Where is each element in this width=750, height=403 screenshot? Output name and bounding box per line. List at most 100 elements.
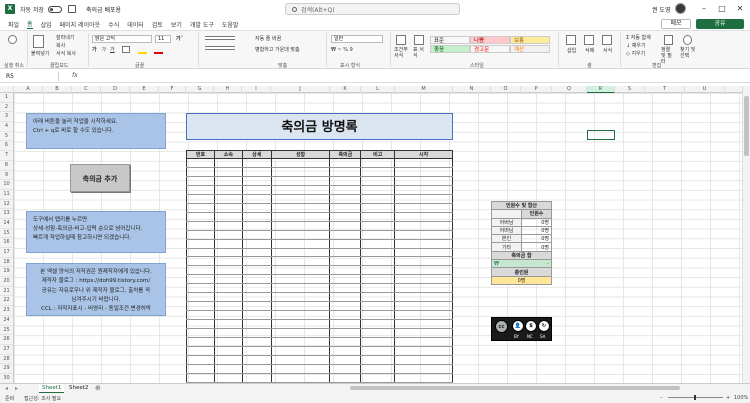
table-cell[interactable]: [360, 301, 396, 312]
summary-value[interactable]: 0명: [521, 242, 552, 252]
row-header[interactable]: 29: [0, 364, 13, 374]
table-cell[interactable]: [186, 319, 215, 330]
table-cell[interactable]: [270, 373, 331, 384]
table-cell[interactable]: [213, 337, 243, 348]
summary-value[interactable]: 0명: [521, 225, 552, 236]
table-format-icon[interactable]: [414, 35, 424, 45]
table-cell[interactable]: [186, 194, 215, 204]
table-cell[interactable]: [270, 283, 331, 294]
table-cell[interactable]: [186, 328, 215, 339]
tab-file[interactable]: 파일: [8, 20, 19, 29]
table-row[interactable]: [186, 265, 453, 276]
format-painter-label[interactable]: 서식 복사: [56, 50, 76, 57]
table-cell[interactable]: [270, 256, 331, 267]
table-cell[interactable]: [360, 310, 396, 321]
table-cell[interactable]: [329, 292, 362, 303]
column-header[interactable]: F: [159, 86, 186, 93]
table-cell[interactable]: [213, 158, 243, 168]
table-cell[interactable]: [270, 212, 331, 222]
table-cell[interactable]: [241, 364, 272, 374]
table-cell[interactable]: [186, 346, 215, 356]
table-row[interactable]: [186, 346, 453, 356]
find-select-icon[interactable]: [683, 35, 692, 45]
table-cell[interactable]: [213, 248, 243, 258]
column-header[interactable]: O: [491, 86, 521, 93]
table-cell[interactable]: [241, 212, 272, 222]
table-cell[interactable]: [394, 292, 453, 303]
table-cell[interactable]: [213, 194, 243, 204]
table-cell[interactable]: [329, 283, 362, 294]
table-row[interactable]: [186, 355, 453, 365]
cut-label[interactable]: 잘라내기: [56, 34, 74, 41]
close-icon[interactable]: ✕: [734, 3, 746, 15]
table-cell[interactable]: [241, 185, 272, 195]
table-cell[interactable]: [213, 167, 243, 177]
font-color-icon[interactable]: [154, 52, 163, 54]
table-cell[interactable]: [394, 319, 453, 330]
table-cell[interactable]: [270, 292, 331, 303]
table-cell[interactable]: [394, 194, 453, 204]
table-row[interactable]: [186, 301, 453, 312]
table-cell[interactable]: [394, 212, 453, 222]
scroll-thumb[interactable]: [744, 96, 749, 156]
row-header[interactable]: 8: [0, 161, 13, 171]
headcount-value[interactable]: 0명: [491, 275, 552, 285]
table-cell[interactable]: [241, 274, 272, 285]
table-cell[interactable]: [329, 230, 362, 240]
summary-value[interactable]: 0명: [521, 217, 552, 227]
table-cell[interactable]: [329, 194, 362, 204]
undo-icon[interactable]: [8, 35, 17, 44]
table-cell[interactable]: [213, 364, 243, 374]
table-cell[interactable]: [394, 328, 453, 339]
table-cell[interactable]: [213, 310, 243, 321]
delete-cells-label[interactable]: 삭제: [585, 47, 594, 54]
table-cell[interactable]: [241, 239, 272, 249]
column-header[interactable]: N: [453, 86, 491, 93]
conditional-format-icon[interactable]: [396, 35, 406, 45]
table-cell[interactable]: [213, 221, 243, 231]
table-cell[interactable]: [213, 274, 243, 285]
table-cell[interactable]: [241, 301, 272, 312]
row-header[interactable]: 21: [0, 287, 13, 297]
comment-button[interactable]: 메모: [661, 19, 691, 29]
table-cell[interactable]: [360, 248, 396, 258]
table-cell[interactable]: [329, 301, 362, 312]
row-header[interactable]: 6: [0, 141, 13, 152]
table-cell[interactable]: [394, 310, 453, 321]
table-cell[interactable]: [360, 364, 396, 374]
table-cell[interactable]: [360, 158, 396, 168]
style-normal[interactable]: 표준: [430, 36, 470, 44]
table-cell[interactable]: [213, 292, 243, 303]
name-box[interactable]: R5: [4, 72, 59, 81]
row-header[interactable]: 19: [0, 267, 13, 278]
align-icon[interactable]: [205, 36, 235, 40]
table-cell[interactable]: [360, 265, 396, 276]
table-cell[interactable]: [241, 167, 272, 177]
insert-cells-icon[interactable]: [566, 35, 576, 45]
select-all-corner[interactable]: [0, 86, 14, 93]
table-cell[interactable]: [270, 230, 331, 240]
table-row[interactable]: [186, 248, 453, 258]
table-cell[interactable]: [186, 203, 215, 213]
column-header[interactable]: H: [214, 86, 242, 93]
bold-icon[interactable]: 가: [92, 46, 97, 53]
fx-icon[interactable]: fx: [72, 72, 78, 79]
table-cell[interactable]: [241, 194, 272, 204]
table-cell[interactable]: [270, 328, 331, 339]
row-header[interactable]: 3: [0, 112, 13, 123]
column-header-selected[interactable]: R: [587, 86, 615, 93]
save-icon[interactable]: [68, 5, 76, 13]
accessibility-status[interactable]: 접근성: 조사 필요: [24, 395, 61, 402]
tab-formulas[interactable]: 수식: [108, 20, 119, 29]
scroll-thumb[interactable]: [350, 386, 680, 390]
column-header[interactable]: D: [101, 86, 130, 93]
border-icon[interactable]: [122, 46, 130, 53]
table-cell[interactable]: [329, 328, 362, 339]
table-row[interactable]: [186, 292, 453, 303]
style-neutral[interactable]: 보통: [510, 36, 550, 44]
table-cell[interactable]: [241, 248, 272, 258]
table-cell[interactable]: [186, 221, 215, 231]
table-cell[interactable]: [213, 283, 243, 294]
table-cell[interactable]: [186, 158, 215, 168]
table-row[interactable]: [186, 319, 453, 330]
